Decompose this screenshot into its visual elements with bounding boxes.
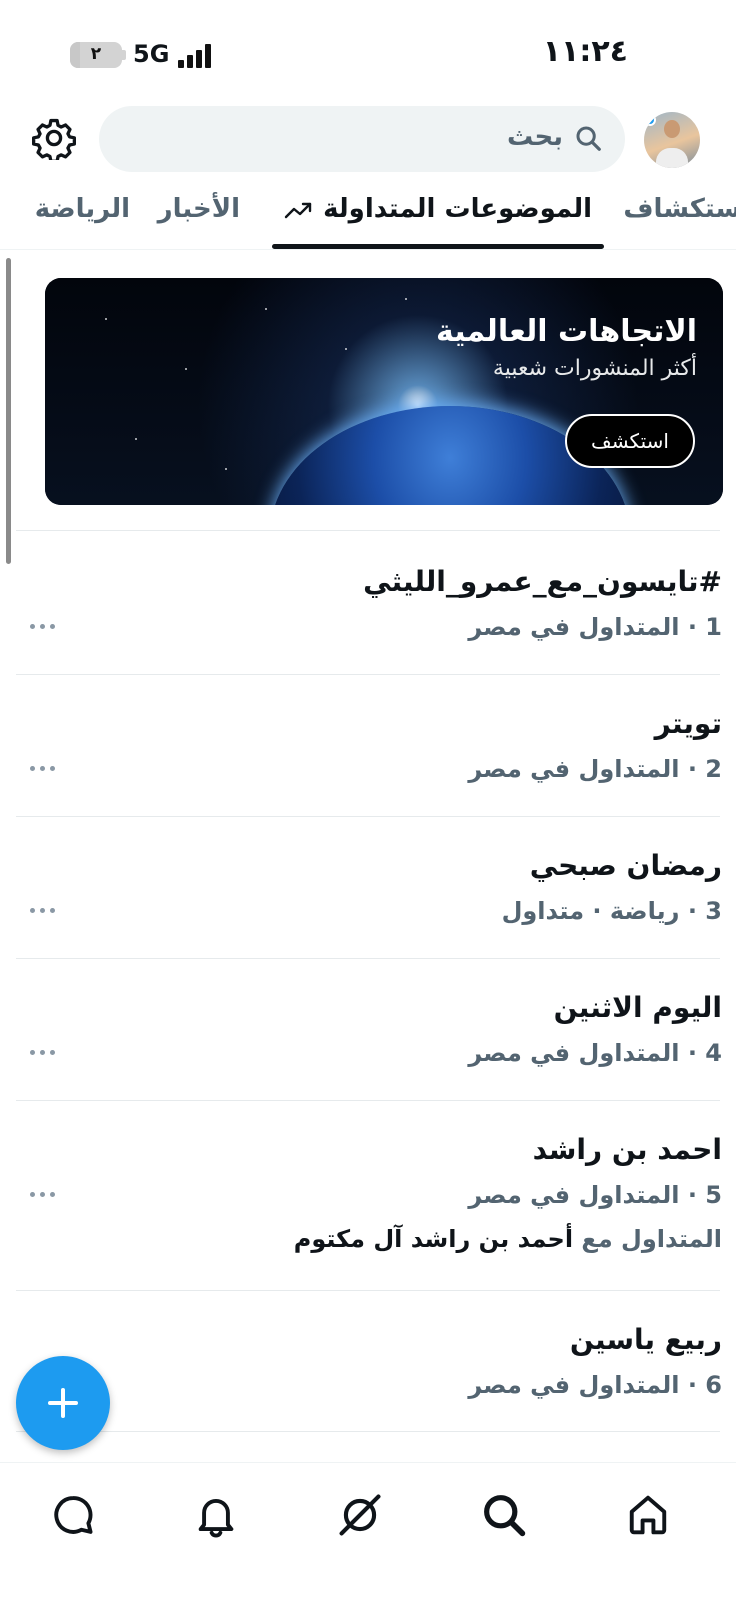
trend-meta: 1 · المتداول في مصر — [468, 613, 722, 641]
clock: ١١:٢٤ — [542, 34, 628, 69]
home-icon — [629, 1495, 667, 1535]
compose-button[interactable] — [16, 1356, 110, 1450]
tab-label: الرياضة — [34, 194, 130, 224]
battery-cap — [122, 50, 126, 60]
trend-meta: 3 · رياضة · متداول — [501, 897, 722, 925]
avatar-head — [664, 120, 680, 138]
settings-button[interactable] — [32, 116, 76, 163]
nav-grok-button[interactable] — [334, 1489, 386, 1541]
explore-tabs: استكشاف الموضوعات المتداولة الأخبار الري… — [0, 182, 736, 250]
nav-search-button[interactable] — [478, 1489, 530, 1541]
trend-name: احمد بن راشد — [532, 1133, 722, 1166]
battery-icon: ٢ — [70, 42, 122, 68]
tab-explore[interactable]: استكشاف — [623, 194, 736, 224]
trend-context: المتداول مع أحمد بن راشد آل مكتوم — [294, 1225, 722, 1253]
plus-icon-vertical — [61, 1388, 65, 1418]
trend-name: اليوم الاثنين — [553, 991, 722, 1024]
search-placeholder: بحث — [506, 122, 563, 152]
top-bar: بحث — [0, 100, 736, 180]
banner-subtitle: أكثر المنشورات شعبية — [492, 356, 697, 381]
trend-meta: 5 · المتداول في مصر — [468, 1181, 722, 1209]
trend-name: #تايسون_مع_عمرو_الليثي — [363, 565, 722, 598]
notification-dot — [644, 114, 656, 126]
trend-item[interactable]: احمد بن راشد 5 · المتداول في مصر المتداو… — [0, 1101, 736, 1290]
banner-title: الاتجاهات العالمية — [436, 314, 697, 349]
trend-context-name: أحمد بن راشد آل مكتوم — [293, 1225, 574, 1253]
trend-name: رمضان صبحي — [529, 849, 722, 882]
nav-home-button[interactable] — [622, 1489, 674, 1541]
avatar-shirt — [656, 148, 688, 168]
more-options-button[interactable] — [30, 621, 58, 631]
nav-notifications-button[interactable] — [190, 1489, 242, 1541]
grok-icon — [339, 1494, 381, 1536]
nav-messages-button[interactable] — [47, 1489, 99, 1541]
tab-label: الأخبار — [157, 194, 240, 224]
search-icon — [484, 1495, 526, 1537]
more-options-button[interactable] — [30, 905, 58, 915]
trend-meta: 4 · المتداول في مصر — [468, 1039, 722, 1067]
search-input[interactable]: بحث — [99, 106, 625, 172]
more-options-button[interactable] — [30, 763, 58, 773]
trending-icon — [284, 202, 312, 218]
bottom-navigation — [0, 1462, 736, 1600]
trend-item[interactable]: اليوم الاثنين 4 · المتداول في مصر — [0, 959, 736, 1100]
global-trends-banner[interactable]: الاتجاهات العالمية أكثر المنشورات شعبية … — [45, 278, 723, 505]
tab-label: استكشاف — [623, 194, 736, 224]
tab-trending[interactable]: الموضوعات المتداولة — [274, 194, 592, 224]
scrollbar[interactable] — [6, 258, 11, 564]
divider — [16, 1431, 720, 1432]
trend-context-prefix: المتداول مع — [581, 1225, 722, 1253]
active-tab-indicator — [272, 244, 604, 249]
notifications-icon — [198, 1498, 234, 1538]
tab-news[interactable]: الأخبار — [158, 194, 240, 224]
gear-icon — [32, 118, 76, 163]
messages-icon — [54, 1496, 93, 1534]
trend-meta: 6 · المتداول في مصر — [468, 1371, 722, 1399]
trend-item[interactable]: #تايسون_مع_عمرو_الليثي 1 · المتداول في م… — [0, 531, 736, 674]
search-icon — [576, 126, 601, 151]
trend-item[interactable]: تويتر 2 · المتداول في مصر — [0, 675, 736, 816]
trend-item[interactable]: ربيع ياسين 6 · المتداول في مصر — [0, 1291, 736, 1431]
status-bar: ٢ 5G ١١:٢٤ — [0, 0, 736, 100]
profile-avatar[interactable] — [644, 112, 700, 168]
battery-level: ٢ — [90, 44, 102, 64]
more-options-button[interactable] — [30, 1047, 58, 1057]
trend-name: تويتر — [654, 707, 722, 740]
tab-sports[interactable]: الرياضة — [35, 194, 130, 224]
trend-meta: 2 · المتداول في مصر — [468, 755, 722, 783]
tab-label: الموضوعات المتداولة — [323, 194, 592, 224]
network-type: 5G — [133, 40, 170, 68]
trend-item[interactable]: رمضان صبحي 3 · رياضة · متداول — [0, 817, 736, 958]
more-options-button[interactable] — [30, 1189, 58, 1199]
signal-icon — [178, 44, 214, 68]
explore-button[interactable]: استكشف — [565, 414, 695, 468]
trend-name: ربيع ياسين — [569, 1323, 722, 1356]
